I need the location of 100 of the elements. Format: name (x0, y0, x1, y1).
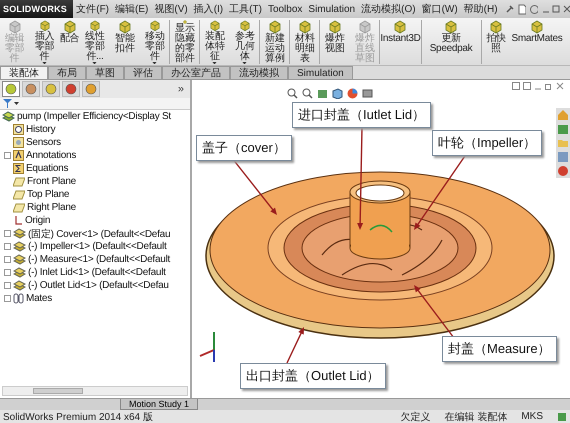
leader-line (286, 327, 304, 364)
toolbar-button[interactable]: 材料明细表 (290, 20, 320, 64)
sphere-icon[interactable] (557, 165, 569, 177)
toolbar-button[interactable]: 参考几何体 (230, 20, 260, 64)
caret-icon[interactable] (42, 62, 47, 64)
close-icon[interactable] (556, 82, 564, 90)
menu-item[interactable]: 流动模拟(O) (358, 2, 419, 16)
command-tab[interactable]: 办公室产品 (162, 66, 230, 79)
menu-item[interactable]: Simulation (305, 4, 358, 14)
command-tab[interactable]: 评估 (124, 66, 162, 79)
scene-icon[interactable] (362, 88, 373, 99)
plane-icon (13, 176, 25, 186)
restore-icon[interactable] (545, 82, 553, 90)
product-name: SolidWorks Premium 2014 x64 版 (3, 410, 153, 423)
command-tab[interactable]: 装配体 (0, 66, 48, 79)
section-view-icon[interactable] (317, 88, 328, 99)
document-icon[interactable] (518, 4, 526, 14)
caret-icon[interactable] (152, 62, 158, 64)
cube-icon (208, 20, 222, 32)
window-tile-icon[interactable] (523, 82, 531, 90)
command-tab[interactable]: 流动模拟 (230, 66, 288, 79)
toolbar-button[interactable]: 爆炸视图 (320, 20, 350, 64)
list-icon[interactable] (557, 151, 569, 163)
toolbar-button[interactable]: 智能扣件 (110, 20, 140, 64)
cube-icon (530, 20, 544, 34)
close-icon[interactable] (562, 5, 570, 13)
pin-icon[interactable] (504, 4, 514, 14)
tree-item[interactable]: Mates (26, 293, 52, 304)
toolbar-button[interactable]: 更新Speedpak (422, 20, 482, 64)
status-icon[interactable] (557, 412, 567, 422)
expand-toggle[interactable] (4, 295, 11, 302)
study-tab[interactable]: Motion Study 1 (120, 399, 198, 410)
menu-item[interactable]: 文件(F) (73, 2, 112, 16)
panel-tab[interactable] (22, 81, 40, 97)
tree-item[interactable]: Right Plane (27, 202, 76, 213)
menu-item[interactable]: Toolbox (264, 4, 306, 14)
expand-toggle[interactable] (4, 282, 11, 289)
expand-toggle[interactable] (4, 243, 11, 250)
component-icon (13, 254, 26, 265)
tree-item[interactable]: Equations (26, 163, 68, 174)
toolbar-button[interactable]: Instant3D (380, 20, 422, 64)
tab-icon (5, 83, 17, 95)
toolbar-button[interactable]: 线性零部件... (80, 20, 110, 64)
callout-label: 出口封盖（Outlet Lid） (240, 363, 386, 389)
command-tab[interactable]: 草图 (86, 66, 124, 79)
panel-tab[interactable] (2, 81, 20, 97)
menu-item[interactable]: 帮助(H) (460, 2, 501, 16)
appearance-icon[interactable] (347, 88, 358, 99)
toolbar-button[interactable]: 显示隐藏的零部件 (170, 20, 200, 64)
zoom-icon[interactable] (302, 88, 313, 99)
expand-toggle[interactable] (4, 256, 11, 263)
tree-item[interactable]: Sensors (26, 137, 61, 148)
toolbar-button[interactable]: SmartMates (512, 20, 564, 64)
menu-item[interactable]: 编辑(E) (112, 2, 152, 16)
tree-item[interactable]: History (26, 124, 56, 135)
menu-item[interactable]: 工具(T) (226, 2, 265, 16)
help-icon[interactable] (530, 4, 538, 14)
tree-item[interactable]: (-) Measure<1> (Default<<Default (28, 254, 170, 265)
tree-item[interactable]: Annotations (26, 150, 76, 161)
maximize-icon[interactable] (552, 5, 560, 13)
tree-item[interactable]: Top Plane (27, 189, 70, 200)
toolbar-button[interactable]: 插入零部件 (30, 20, 60, 64)
library-icon[interactable] (557, 123, 569, 135)
more-tabs-button[interactable]: » (178, 83, 188, 95)
tree-item[interactable]: (-) Impeller<1> (Default<<Default (28, 241, 166, 252)
horizontal-scrollbar[interactable] (2, 386, 188, 396)
toolbar-button[interactable]: 装配体特征 (200, 20, 230, 64)
plane-icon (13, 190, 25, 200)
cube-icon (489, 20, 504, 34)
menu-item[interactable]: 插入(I) (190, 2, 226, 16)
tree-item[interactable]: Origin (25, 215, 50, 226)
menu-item[interactable]: 窗口(W) (418, 2, 461, 16)
expand-toggle[interactable] (4, 269, 11, 276)
tree-item[interactable]: pump (Impeller Efficiency<Display St (17, 111, 171, 122)
toolbar-button[interactable]: 移动零部件 (140, 20, 170, 64)
caret-icon[interactable] (92, 62, 98, 64)
caret-icon[interactable] (14, 102, 19, 105)
cube-view-icon[interactable] (332, 88, 343, 99)
command-tab[interactable]: 布局 (48, 66, 86, 79)
window-tile-icon[interactable] (512, 82, 520, 90)
expand-toggle[interactable] (4, 152, 11, 159)
caret-icon[interactable] (242, 62, 248, 64)
panel-tab[interactable] (62, 81, 80, 97)
callout-label: 叶轮（Impeller） (432, 130, 542, 156)
menu-item[interactable]: 视图(V) (151, 2, 191, 16)
tree-item[interactable]: Front Plane (27, 176, 76, 187)
tree-item[interactable]: (-) Outlet Lid<1> (Default<<Defau (28, 280, 169, 291)
command-tab[interactable]: Simulation (288, 66, 353, 79)
zoom-icon[interactable] (287, 88, 298, 99)
panel-tab[interactable] (82, 81, 100, 97)
toolbar-button[interactable]: 新建运动算例 (260, 20, 290, 64)
toolbar-button[interactable]: 配合 (60, 20, 80, 64)
tree-item[interactable]: (-) Inlet Lid<1> (Default<<Default (28, 267, 166, 278)
expand-toggle[interactable] (4, 230, 11, 237)
cube-icon (8, 20, 22, 34)
caret-icon[interactable] (212, 62, 218, 64)
tree-item[interactable]: (固定) Cover<1> (Default<<Defau (28, 226, 170, 240)
toolbar-button[interactable]: 拍快照 (482, 20, 512, 64)
cube-icon (238, 20, 252, 32)
panel-tab[interactable] (42, 81, 60, 97)
